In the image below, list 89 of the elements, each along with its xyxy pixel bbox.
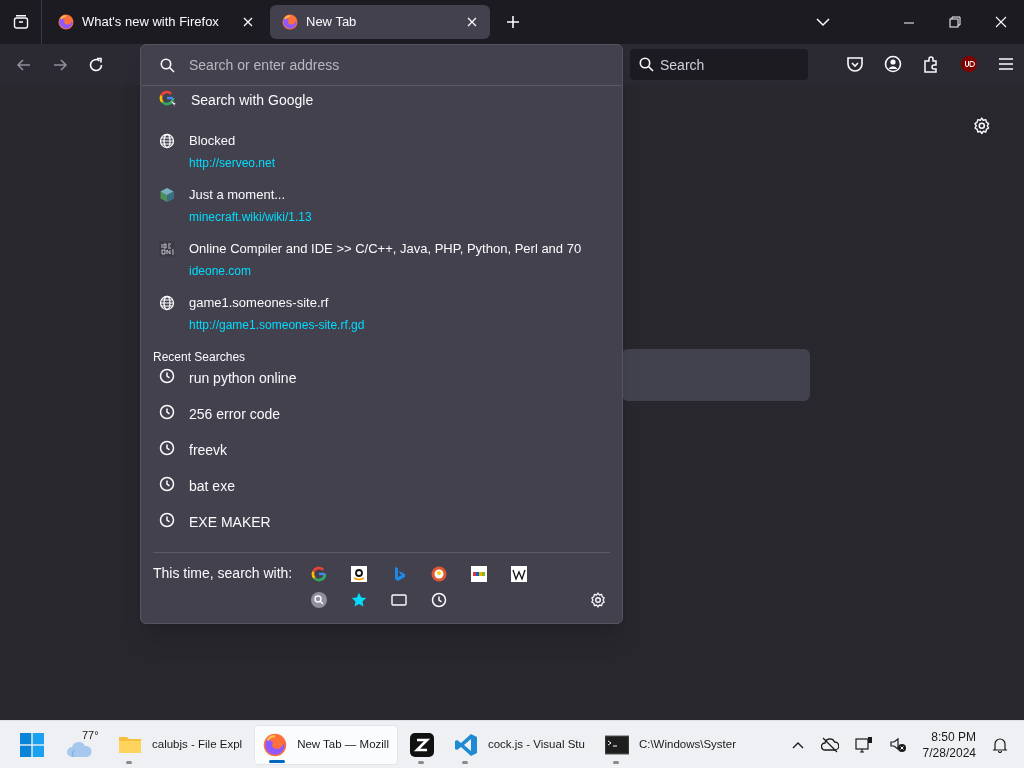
pocket-icon[interactable] — [846, 55, 864, 73]
cube-icon — [159, 187, 175, 203]
search-icon — [160, 57, 175, 73]
firefox-icon — [263, 732, 288, 757]
search-icon[interactable] — [311, 592, 327, 608]
suggestion-text: Search with Google — [191, 91, 314, 110]
close-icon[interactable] — [995, 16, 1007, 28]
app-title: C:\Windows\Syster — [638, 736, 737, 752]
clock-date: 7/28/2024 — [922, 744, 976, 761]
clock-icon — [159, 368, 175, 384]
taskbar-app[interactable]: C:\Windows\Syster — [596, 724, 745, 765]
result-row[interactable]: freevk — [147, 440, 616, 476]
result-title: game1.someones-site.rf — [189, 294, 330, 312]
taskbar-app[interactable]: cock.js - Visual Stu — [445, 724, 593, 765]
recent-search: bat exe — [189, 477, 235, 496]
menu-icon[interactable] — [998, 56, 1014, 72]
clock-icon — [159, 440, 175, 456]
clock-icon — [159, 476, 175, 492]
speaker-muted-icon[interactable] — [888, 735, 907, 754]
temperature: 77° — [82, 727, 99, 743]
browser-tab[interactable]: New Tab — [270, 5, 490, 39]
firefox-icon — [282, 14, 298, 30]
app-title: cock.js - Visual Stu — [487, 736, 585, 752]
tab-title: New Tab — [306, 13, 358, 32]
chevron-down-icon[interactable] — [816, 15, 830, 29]
forward-icon[interactable] — [52, 56, 68, 73]
globe-icon — [159, 133, 175, 149]
address-field[interactable]: Search or enter address — [189, 50, 603, 80]
shield-icon[interactable] — [960, 55, 978, 73]
star-icon[interactable] — [351, 592, 367, 608]
back-icon[interactable] — [16, 56, 32, 73]
puzzle-icon[interactable] — [922, 55, 940, 73]
clock-icon — [159, 512, 175, 528]
terminal-icon — [604, 732, 629, 757]
bell-icon[interactable] — [992, 736, 1008, 753]
weather-widget[interactable]: 77° — [66, 724, 106, 765]
search-field[interactable]: Search — [630, 49, 808, 80]
tab-list-icon[interactable] — [12, 14, 29, 30]
close-icon[interactable] — [466, 16, 478, 28]
globe-icon — [159, 295, 175, 311]
result-title: Blocked — [189, 132, 237, 150]
tab-icon[interactable] — [391, 592, 407, 608]
result-url: http://serveo.net — [189, 154, 276, 172]
result-row[interactable]: EXE MAKER — [147, 512, 616, 548]
google-icon[interactable] — [311, 565, 327, 582]
close-icon[interactable] — [242, 16, 254, 28]
engines-label: This time, search with: — [153, 564, 294, 583]
result-url: ideone.com — [189, 262, 253, 280]
result-row[interactable]: Online Compiler and IDE >> C/C++, Java, PHP, Python, Perl and 70 ideone.com — [147, 234, 616, 288]
firefox-icon — [58, 14, 74, 30]
result-title: Just a moment... — [189, 186, 287, 204]
result-row[interactable]: run python online — [147, 368, 616, 404]
result-row[interactable]: game1.someones-site.rf http://game1.someones-site.rf.gd — [147, 288, 616, 342]
app-title: calubjs - File Expl — [152, 736, 243, 752]
taskbar-app[interactable]: New Tab — Mozill — [254, 724, 398, 765]
clock-icon — [159, 404, 175, 420]
tab-title: What's new with Firefox — [82, 13, 220, 32]
result-row[interactable]: Search with Google — [147, 90, 616, 126]
settings-icon[interactable] — [973, 117, 991, 135]
clock-time: 8:50 PM — [931, 728, 976, 745]
recent-search: EXE MAKER — [189, 513, 271, 532]
restore-icon[interactable] — [949, 16, 961, 28]
cloud-off-icon[interactable] — [820, 735, 839, 754]
windows-start-icon[interactable] — [20, 732, 44, 757]
google-icon — [159, 90, 177, 108]
recent-search: 256 error code — [189, 405, 281, 424]
network-icon[interactable] — [854, 735, 873, 754]
section-heading: Recent Searches — [152, 349, 247, 366]
new-tab-icon[interactable] — [506, 15, 520, 29]
settings-icon[interactable] — [590, 592, 606, 608]
clock-icon[interactable] — [431, 592, 447, 608]
code-editor-icon — [453, 732, 478, 757]
recent-search: freevk — [189, 441, 228, 460]
result-row[interactable]: Blocked http://serveo.net — [147, 126, 616, 180]
result-title: Online Compiler and IDE >> C/C++, Java, PHP, Python, Perl and 70 — [189, 240, 582, 258]
result-row[interactable]: Just a moment... minecraft.wiki/wiki/1.13 — [147, 180, 616, 234]
taskbar-app[interactable]: calubjs - File Expl — [110, 724, 251, 765]
wikipedia-icon[interactable] — [511, 565, 527, 582]
result-row[interactable]: bat exe — [147, 476, 616, 512]
app-title: New Tab — Mozill — [297, 736, 389, 752]
browser-tab[interactable]: What's new with Firefox — [46, 5, 266, 39]
reload-icon[interactable] — [88, 56, 104, 73]
result-url: http://game1.someones-site.rf.gd — [189, 316, 365, 334]
result-url: minecraft.wiki/wiki/1.13 — [189, 208, 312, 226]
recent-search: run python online — [189, 369, 297, 388]
search-icon — [639, 57, 654, 72]
result-row[interactable]: 256 error code — [147, 404, 616, 440]
account-icon[interactable] — [884, 55, 902, 73]
app-icon — [409, 732, 434, 757]
